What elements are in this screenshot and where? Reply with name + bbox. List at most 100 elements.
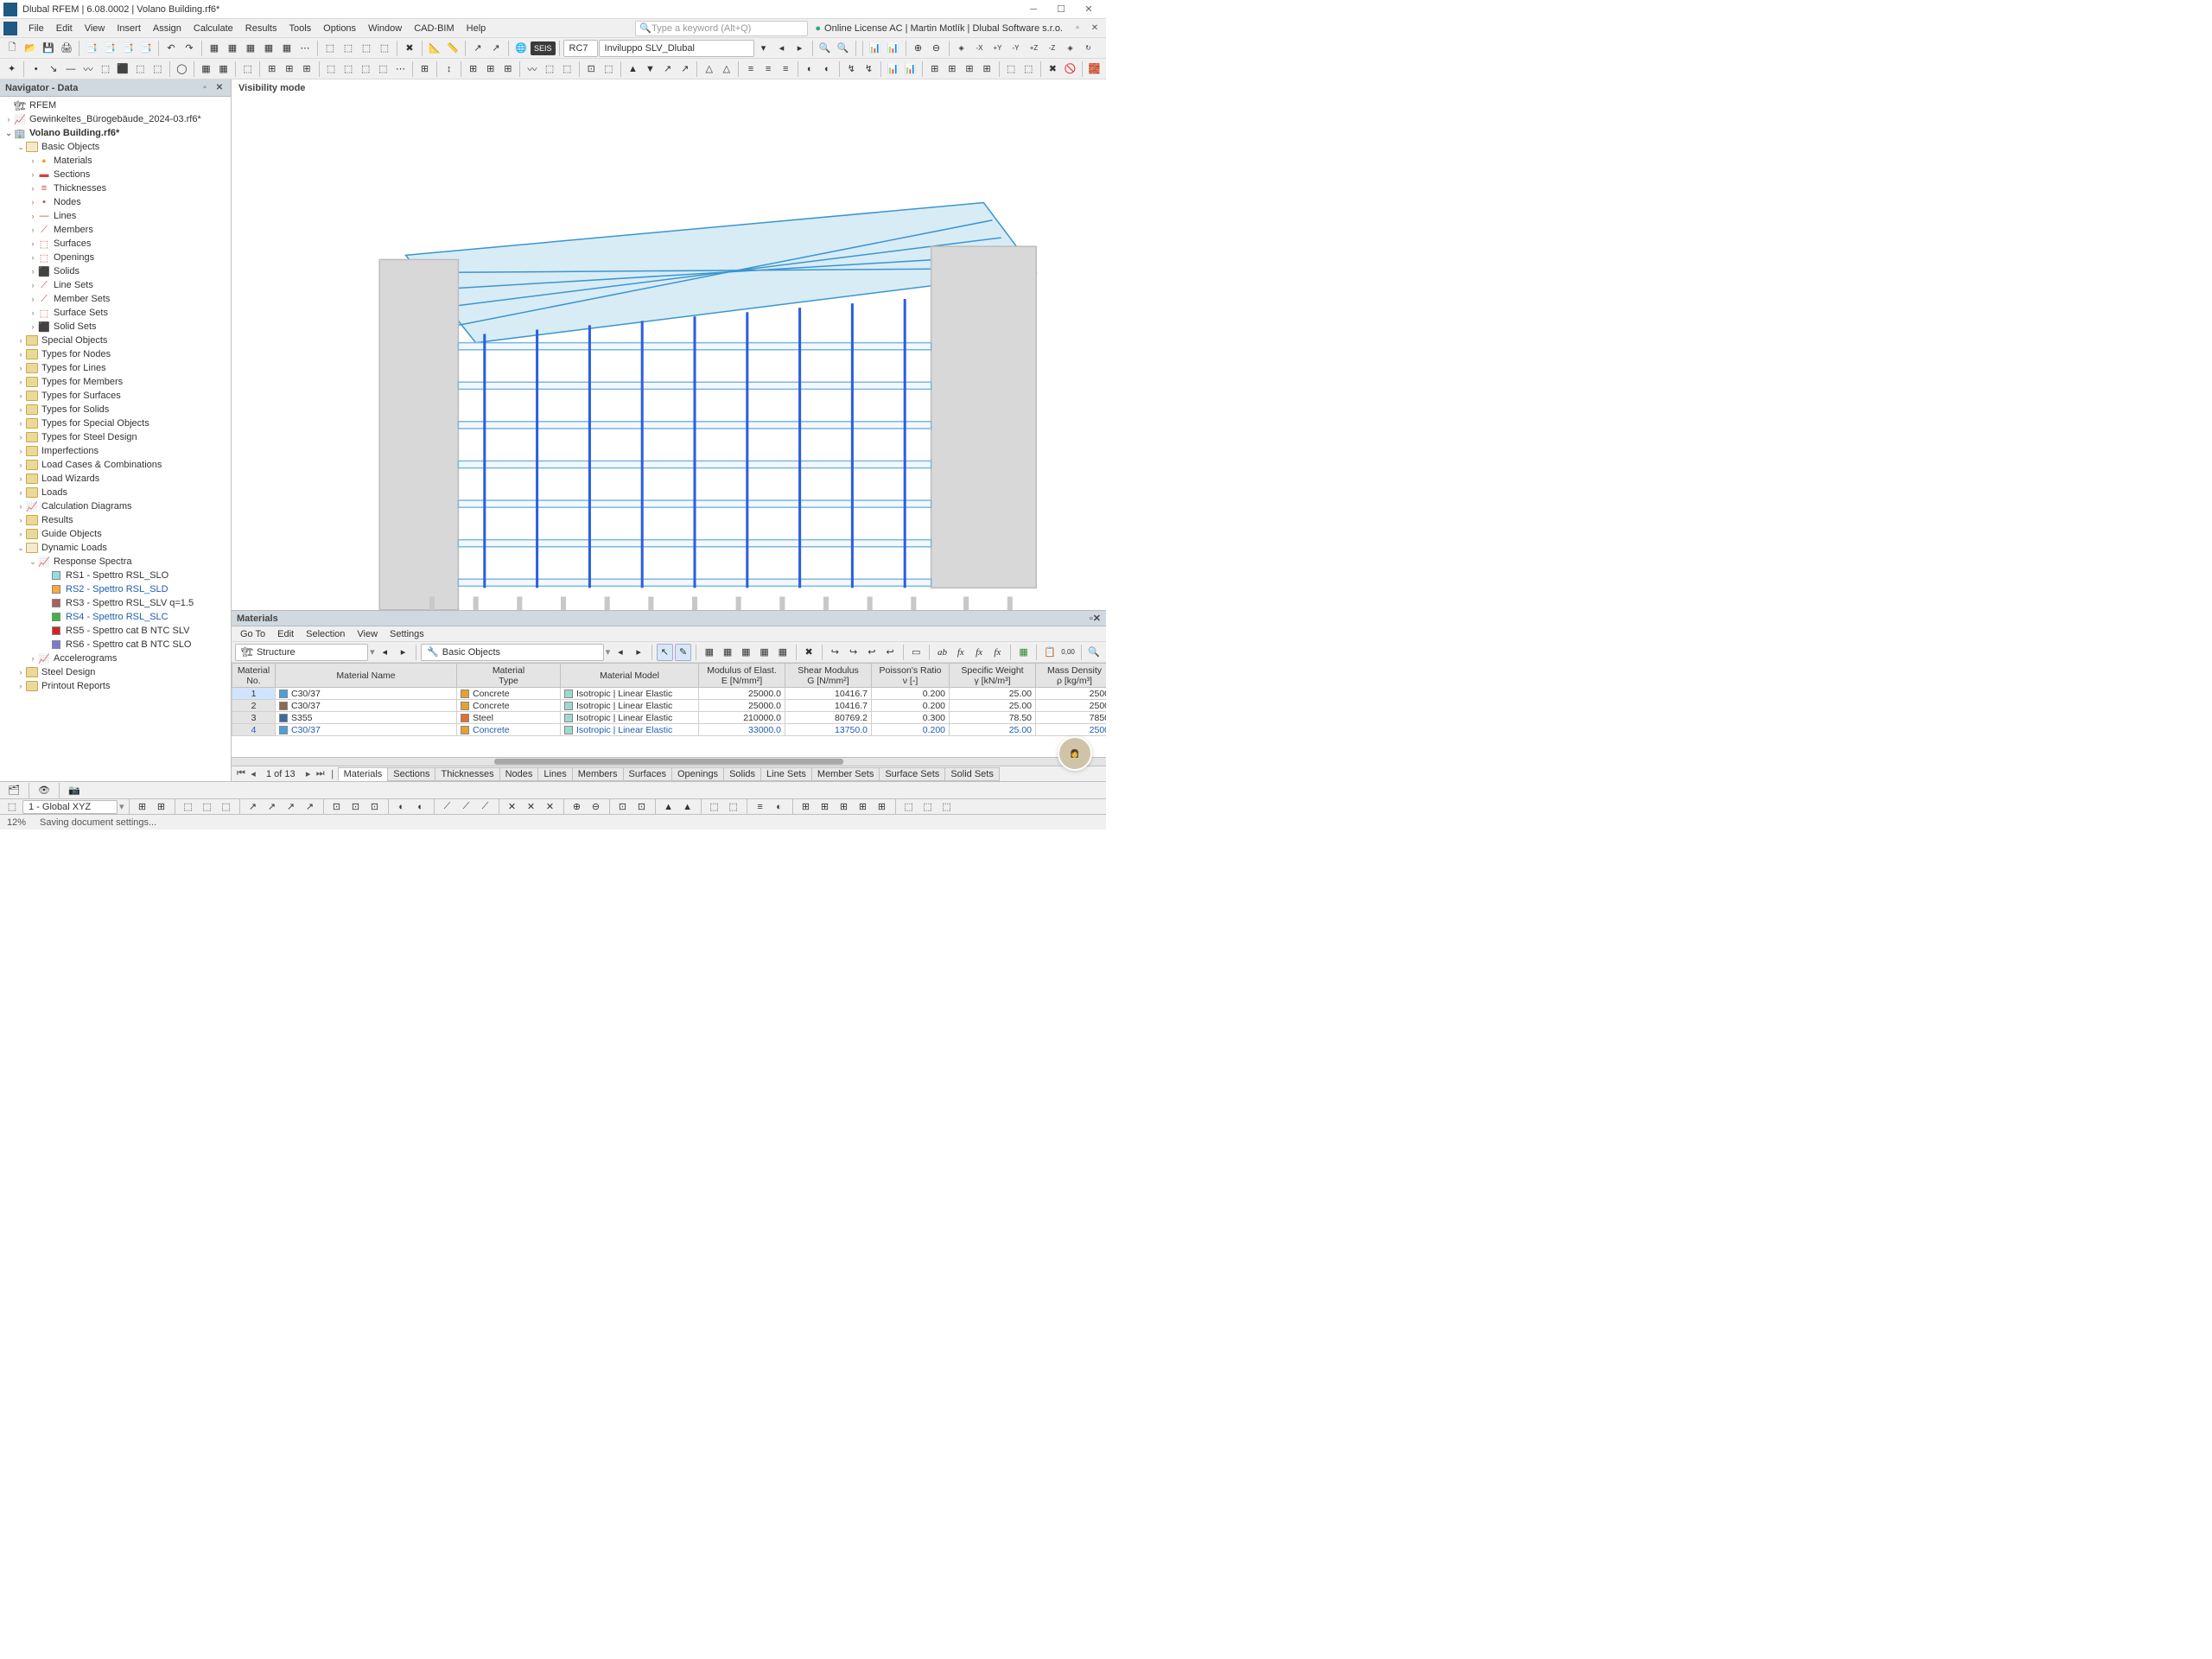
toolbar-icon[interactable]: 📊 [885, 60, 901, 78]
tab-thicknesses[interactable]: Thicknesses [435, 767, 499, 781]
rc-label[interactable]: RC7 [563, 40, 598, 57]
toolbar-icon[interactable]: ⊖ [928, 40, 945, 57]
toolbar-icon[interactable]: ⬚ [239, 60, 256, 78]
toolbar-icon[interactable]: 🚫 [1062, 60, 1078, 78]
import-icon[interactable]: ↩ [881, 644, 898, 661]
snap-icon[interactable]: ⟋ [477, 798, 494, 816]
table-row[interactable]: 4C30/37ConcreteIsotropic | Linear Elasti… [232, 724, 1107, 736]
snap-icon[interactable]: ⬚ [938, 798, 956, 816]
menu-results[interactable]: Results [239, 23, 283, 34]
tree-types-for-solids[interactable]: ›Types for Solids [0, 403, 231, 416]
snap-icon[interactable]: ↗ [264, 798, 281, 816]
tree-loads[interactable]: ›Loads [0, 486, 231, 499]
prev-icon[interactable]: ◂ [612, 644, 628, 661]
toolbar-icon[interactable]: ▲ [625, 60, 641, 78]
toolbar-icon[interactable]: ◂ [773, 40, 791, 57]
grid-icon[interactable]: ▦ [701, 644, 717, 661]
toolbar-icon[interactable]: ↶ [162, 40, 180, 57]
toolbar-icon[interactable]: ↗ [677, 60, 693, 78]
view--z-icon[interactable]: -Z [1044, 40, 1061, 57]
cs-icon[interactable]: ⬚ [3, 798, 21, 816]
tab-member-sets[interactable]: Member Sets [811, 767, 880, 781]
coord-system-combo[interactable]: 1 - Global XYZ [22, 800, 118, 814]
toolbar-icon[interactable]: ⊞ [281, 60, 297, 78]
toolbar-icon[interactable]: ◯ [174, 60, 190, 78]
tree-members[interactable]: ›⟋Members [0, 223, 231, 237]
snap-icon[interactable]: ↗ [302, 798, 319, 816]
snap-icon[interactable]: ⊡ [347, 798, 365, 816]
structure-combo[interactable]: 🏗 Structure [235, 644, 368, 661]
toolbar-icon[interactable]: • [28, 60, 44, 78]
page-nav-icon[interactable]: ▸ [302, 768, 315, 779]
toolbar-icon[interactable]: ⊞ [416, 60, 433, 78]
load-combo[interactable]: Inviluppo SLV_Dlubal [599, 40, 754, 57]
toolbar-icon[interactable]: △ [718, 60, 734, 78]
export-icon[interactable]: ↪ [845, 644, 861, 661]
toolbar-icon[interactable]: 📊 [885, 40, 902, 57]
tree-rs-item[interactable]: RS5 - Spettro cat B NTC SLV [0, 624, 231, 638]
menu-options[interactable]: Options [317, 23, 362, 34]
menu-window[interactable]: Window [362, 23, 408, 34]
toolbar-icon[interactable]: 🔍 [835, 40, 852, 57]
snap-icon[interactable]: ⊡ [633, 798, 651, 816]
import-icon[interactable]: ↩ [863, 644, 880, 661]
toolbar-icon[interactable]: ⊞ [499, 60, 516, 78]
snap-icon[interactable]: ⊖ [588, 798, 605, 816]
select-mode-icon[interactable]: ↖ [657, 644, 673, 661]
toolbar-icon[interactable]: ◐ [819, 60, 836, 78]
tab-nodes[interactable]: Nodes [499, 767, 539, 781]
delete-icon[interactable]: ✖ [800, 644, 817, 661]
materials-hscroll[interactable] [232, 757, 1106, 766]
tree-file-active[interactable]: ⌄🏢Volano Building.rf6* [0, 126, 231, 140]
tab-surfaces[interactable]: Surfaces [623, 767, 672, 781]
toolbar-icon[interactable]: ⊞ [926, 60, 943, 78]
toolbar-icon[interactable]: ⊞ [944, 60, 960, 78]
toolbar-icon[interactable]: ↷ [181, 40, 198, 57]
grid-icon[interactable]: ▦ [774, 644, 791, 661]
menu-file[interactable]: File [22, 23, 50, 34]
toolbar-icon[interactable]: ⊞ [264, 60, 280, 78]
grid-icon[interactable]: ▦ [719, 644, 735, 661]
toolbar-icon[interactable]: ⊞ [979, 60, 995, 78]
snap-icon[interactable]: ⊞ [855, 798, 872, 816]
snap-icon[interactable]: ⊡ [366, 798, 384, 816]
tab-openings[interactable]: Openings [671, 767, 724, 781]
tree-results[interactable]: ›Results [0, 513, 231, 527]
col-header[interactable]: Mass Densityρ [kg/m³] [1036, 664, 1107, 688]
tree-solid-sets[interactable]: ›⬛Solid Sets [0, 320, 231, 334]
toolbar-icon[interactable]: 〰 [79, 60, 96, 78]
tree-dynamic-loads[interactable]: ⌄Dynamic Loads [0, 541, 231, 555]
mats-menu-go-to[interactable]: Go To [235, 629, 270, 639]
toolbar-icon[interactable]: ⬚ [358, 60, 374, 78]
snap-icon[interactable]: ⬚ [199, 798, 216, 816]
toolbar-icon[interactable]: 📊 [902, 60, 918, 78]
toolbar-icon[interactable]: ≡ [778, 60, 794, 78]
menu-insert[interactable]: Insert [111, 23, 147, 34]
toolbar-icon[interactable]: 🖨 [58, 40, 75, 57]
tree-special-objects[interactable]: ›Special Objects [0, 334, 231, 347]
view-↻-icon[interactable]: ↻ [1080, 40, 1097, 57]
snap-icon[interactable]: ⊞ [817, 798, 834, 816]
table-row[interactable]: 1C30/37ConcreteIsotropic | Linear Elasti… [232, 688, 1107, 700]
tree-types-for-surfaces[interactable]: ›Types for Surfaces [0, 389, 231, 403]
tree-lines[interactable]: ›—Lines [0, 209, 231, 223]
toolbar-icon[interactable]: ▦ [206, 40, 223, 57]
materials-table[interactable]: MaterialNo.Material NameMaterialTypeMate… [232, 663, 1106, 757]
pin-icon[interactable]: ▫ [199, 82, 211, 94]
excel-icon[interactable]: ▦ [1015, 644, 1032, 661]
tree-response-spectra[interactable]: ⌄📈Response Spectra [0, 555, 231, 569]
toolbar-icon[interactable]: ⊞ [298, 60, 315, 78]
snap-icon[interactable]: ⊞ [798, 798, 815, 816]
snap-icon[interactable]: ◐ [771, 798, 788, 816]
tab-materials[interactable]: Materials [338, 767, 389, 781]
menu-tools[interactable]: Tools [283, 23, 317, 34]
view-xyz-icon[interactable]: ◈ [1062, 40, 1079, 57]
toolbar-icon[interactable]: 〰 [524, 60, 540, 78]
toolbar-icon[interactable]: ⬚ [376, 40, 393, 57]
table-row[interactable]: 2C30/37ConcreteIsotropic | Linear Elasti… [232, 700, 1107, 712]
tree-solids[interactable]: ›⬛Solids [0, 264, 231, 278]
toolbar-icon[interactable]: 🗋 [3, 40, 21, 57]
toolbar-icon[interactable]: ▦ [198, 60, 214, 78]
tab-sections[interactable]: Sections [387, 767, 435, 781]
toolbar-icon[interactable]: ▦ [260, 40, 277, 57]
